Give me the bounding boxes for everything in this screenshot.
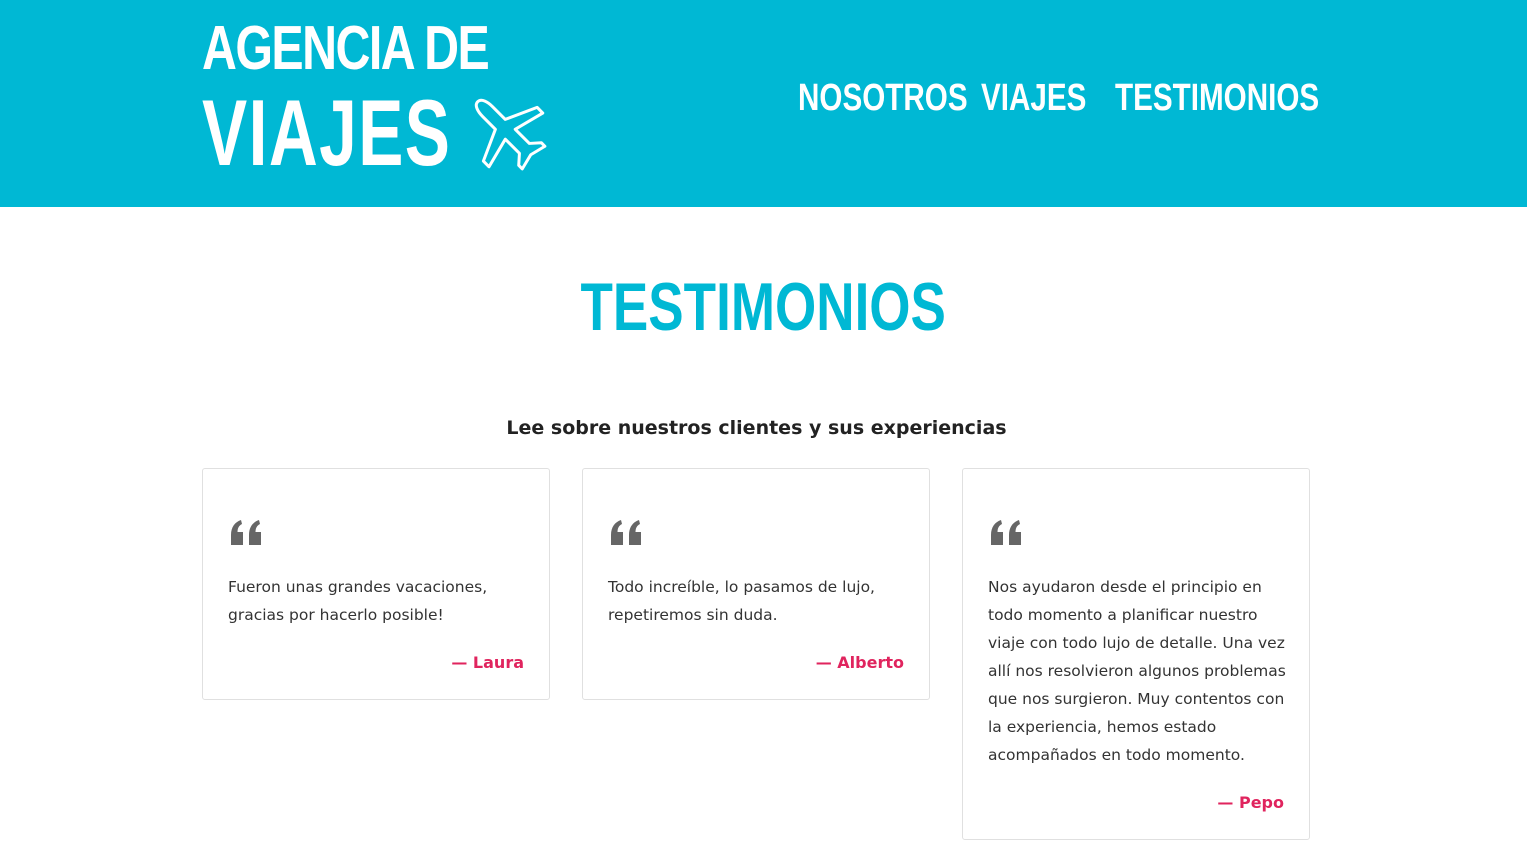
testimonial-card: Fueron unas grandes vacaciones, gracias … bbox=[202, 468, 550, 700]
page-title-text: TESTIMONIOS bbox=[580, 269, 947, 345]
quote-open-icon bbox=[611, 520, 641, 545]
testimonial-author: — Alberto bbox=[815, 653, 904, 672]
page-title: TESTIMONIOS bbox=[0, 272, 1527, 342]
testimonial-text: Nos ayudaron desde el principio en todo … bbox=[988, 578, 1286, 764]
logo-line1: AGENCIA DE bbox=[202, 14, 490, 83]
testimonial-author: — Pepo bbox=[1217, 793, 1284, 812]
logo-line2: VIAJES bbox=[202, 80, 452, 185]
site-header: AGENCIA DE VIAJES NOSOTROS VIAJES TESTIM… bbox=[0, 0, 1527, 207]
testimonial-text: Todo increíble, lo pasamos de lujo, repe… bbox=[608, 578, 875, 624]
nav-link-nosotros[interactable]: NOSOTROS bbox=[798, 76, 968, 120]
nav-link-testimonios[interactable]: TESTIMONIOS bbox=[1115, 76, 1319, 120]
testimonial-card: Todo increíble, lo pasamos de lujo, repe… bbox=[582, 468, 930, 700]
nav-link-viajes[interactable]: VIAJES bbox=[981, 76, 1086, 120]
section-subtitle: Lee sobre nuestros clientes y sus experi… bbox=[506, 417, 1007, 439]
testimonial-card: Nos ayudaron desde el principio en todo … bbox=[962, 468, 1310, 840]
testimonial-author: — Laura bbox=[451, 653, 524, 672]
airplane-icon bbox=[474, 98, 547, 171]
testimonial-text: Fueron unas grandes vacaciones, gracias … bbox=[228, 578, 488, 624]
quote-open-icon bbox=[231, 520, 261, 545]
quote-open-icon bbox=[991, 520, 1021, 545]
